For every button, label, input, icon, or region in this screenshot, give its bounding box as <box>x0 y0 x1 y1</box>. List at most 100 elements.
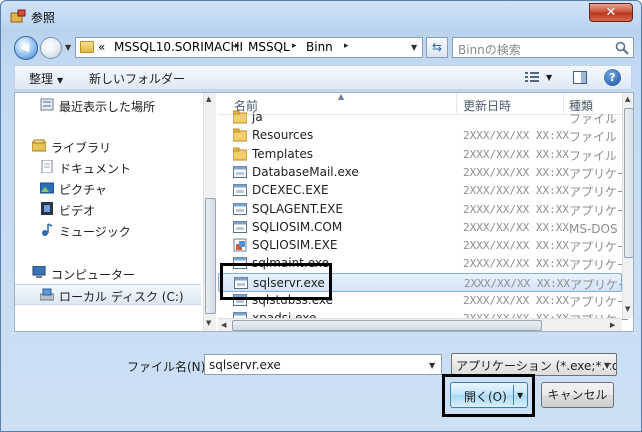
app-icon <box>10 9 26 23</box>
help-icon[interactable]: ? <box>604 69 621 86</box>
nav-item-music[interactable]: ミュージック <box>15 220 201 241</box>
breadcrumb-separator[interactable]: ▸ <box>344 41 349 51</box>
file-modified: 2XXX/XX/XX XX:XX <box>463 184 569 198</box>
file-modified: 2XXX/XX/XX XX:XX <box>463 239 569 253</box>
file-row[interactable]: DCEXEC.EXE 2XXX/XX/XX XX:XX アプリケー <box>218 181 629 200</box>
nav-item-label: ライブラリ <box>51 141 112 155</box>
file-name: DCEXEC.EXE <box>252 183 329 198</box>
file-modified: 2XXX/XX/XX XX:XX <box>463 202 569 216</box>
exe-icon <box>233 184 247 197</box>
scroll-up-icon[interactable]: ▲ <box>206 95 211 103</box>
organize-label: 整理 <box>29 72 54 86</box>
close-button[interactable]: ✕ <box>589 3 633 22</box>
file-name: SQLAGENT.EXE <box>252 201 343 216</box>
scroll-down-icon[interactable]: ▼ <box>625 305 630 313</box>
search-input[interactable]: Binnの検索 <box>452 37 634 58</box>
nav-item-label: ビデオ <box>59 204 96 218</box>
nav-item-recent-places[interactable]: 最近表示した場所 <box>15 95 201 116</box>
back-button[interactable]: ◀ <box>14 36 38 60</box>
chevron-down-icon[interactable]: ▼ <box>429 361 435 370</box>
filename-input[interactable]: sqlservr.exe ▼ <box>204 354 442 375</box>
forward-button[interactable]: ▶ <box>40 37 62 59</box>
file-type: アプリケー <box>569 203 630 218</box>
new-folder-button[interactable]: 新しいフォルダー <box>89 70 185 87</box>
file-name: Resources <box>252 128 314 143</box>
file-list-horizontal-scrollbar[interactable]: ◀ ▶ <box>218 318 622 331</box>
address-bar[interactable]: « MSSQL10.SORIMACHI ▸ MSSQL ▸ Binn ▸ <box>75 37 423 58</box>
file-modified: 2XXX/XX/XX XX:XX <box>463 147 569 161</box>
nav-item-label: ドキュメント <box>59 162 132 176</box>
nav-item-label: ピクチャ <box>59 183 107 197</box>
documents-icon <box>41 160 53 173</box>
view-dropdown[interactable]: ▼ <box>546 73 552 82</box>
nav-item-label: コンピューター <box>51 268 136 282</box>
breadcrumb-separator[interactable]: ▸ <box>292 41 297 51</box>
nav-item-videos[interactable]: ビデオ <box>15 199 201 220</box>
navigation-scrollbar[interactable]: ▲ ▼ <box>203 93 216 331</box>
file-type: アプリケー <box>569 166 630 181</box>
nav-item-library[interactable]: ライブラリ <box>15 136 201 157</box>
organize-menu[interactable]: 整理 ▼ <box>29 70 63 87</box>
view-options-icon[interactable] <box>525 71 539 84</box>
file-row[interactable]: SQLIOSIM.COM 2XXX/XX/XX XX:XX MS-DOS プ <box>218 218 633 237</box>
file-type: アプリケー <box>569 240 630 255</box>
scroll-down-icon[interactable]: ▼ <box>206 319 211 327</box>
file-name: SQLIOSIM.COM <box>252 219 343 234</box>
file-modified: 2XXX/XX/XX XX:XX <box>463 220 569 234</box>
highlight-box-selected-file <box>220 263 332 300</box>
nav-item-pictures[interactable]: ピクチャ <box>15 178 201 199</box>
file-list-vertical-scrollbar[interactable]: ▲ ▼ <box>622 93 633 318</box>
file-modified: 2XXX/XX/XX XX:XX <box>464 276 570 290</box>
filename-value: sqlservr.exe <box>209 358 281 372</box>
recent-places-icon <box>40 98 54 111</box>
file-row[interactable]: SQLAGENT.EXE 2XXX/XX/XX XX:XX アプリケー <box>218 200 629 219</box>
address-dropdown[interactable]: ▼ <box>411 43 417 52</box>
scroll-thumb[interactable] <box>232 320 542 331</box>
filename-label: ファイル名(N): <box>127 360 210 374</box>
nav-item-local-disk[interactable]: ローカル ディスク (C:) <box>15 284 201 305</box>
file-row[interactable]: Resources 2XXX/XX/XX XX:XX ファイル フ <box>218 126 633 145</box>
refresh-icon: ⇆ <box>431 40 443 54</box>
local-disk-icon <box>40 288 54 301</box>
file-type: アプリケー <box>569 185 630 200</box>
file-name: ja <box>252 110 263 124</box>
scroll-right-icon[interactable]: ▶ <box>610 321 615 329</box>
nav-item-documents[interactable]: ドキュメント <box>15 157 201 178</box>
scroll-thumb[interactable] <box>205 198 216 314</box>
recent-pages-dropdown[interactable]: ▼ <box>65 43 71 52</box>
file-name: DatabaseMail.exe <box>252 164 359 179</box>
nav-item-label: ミュージック <box>59 225 131 239</box>
highlight-box-open-button <box>442 374 535 417</box>
scroll-thumb[interactable] <box>624 108 633 258</box>
file-type: アプリケー <box>569 295 630 309</box>
open-file-dialog: 参照 ✕ ◀ ▶ ▼ « MSSQL10.SORIMACHI ▸ MSSQL ▸… <box>0 0 642 432</box>
exe-icon <box>233 165 247 178</box>
arrow-right-icon: ▶ <box>47 41 57 55</box>
search-placeholder: Binnの検索 <box>458 43 521 57</box>
file-row[interactable]: Templates 2XXX/XX/XX XX:XX ファイル フ <box>218 145 633 164</box>
videos-icon <box>41 202 53 215</box>
breadcrumb-overflow[interactable]: « <box>98 40 105 54</box>
refresh-button[interactable]: ⇆ <box>426 37 448 58</box>
file-row[interactable]: ja ファイル フ <box>218 108 633 127</box>
pictures-icon <box>40 182 54 194</box>
preview-pane-icon[interactable] <box>573 71 587 84</box>
file-row[interactable]: DatabaseMail.exe 2XXX/XX/XX XX:XX アプリケー <box>218 163 629 182</box>
chevron-down-icon: ▼ <box>604 361 611 370</box>
file-row[interactable]: SQLIOSIM.EXE 2XXX/XX/XX XX:XX アプリケー <box>218 236 629 255</box>
breadcrumb-item[interactable]: MSSQL <box>248 40 290 54</box>
breadcrumb-item[interactable]: MSSQL10.SORIMACHI <box>114 40 243 54</box>
scroll-left-icon[interactable]: ◀ <box>221 321 226 329</box>
scroll-up-icon[interactable]: ▲ <box>625 95 630 103</box>
breadcrumb-separator[interactable]: ▸ <box>235 41 240 51</box>
title-bar: 参照 ✕ <box>1 1 641 31</box>
navigation-pane: 最近表示した場所 ライブラリ ドキュメント ピクチャ ビデオ ミュージック コン… <box>15 93 216 331</box>
cancel-button[interactable]: キャンセル <box>541 382 614 408</box>
file-type-select[interactable]: アプリケーション (*.exe;*.com) ▼ <box>451 353 617 376</box>
chevron-down-icon: ▼ <box>57 76 64 85</box>
nav-item-computer[interactable]: コンピューター <box>15 263 201 284</box>
breadcrumb-item[interactable]: Binn <box>306 40 333 54</box>
nav-item-label: ローカル ディスク (C:) <box>59 290 184 304</box>
sort-ascending-icon: ▲ <box>338 93 345 101</box>
nav-item-label: 最近表示した場所 <box>59 100 156 114</box>
